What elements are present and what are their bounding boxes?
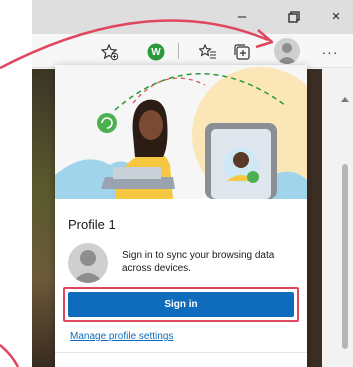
- close-button[interactable]: ×: [324, 6, 348, 28]
- profile-flyout: Profile 1 Sign in to sync your browsing …: [55, 65, 307, 367]
- favorites-list-icon: [199, 43, 216, 59]
- sync-prompt-text: Sign in to sync your browsing data acros…: [122, 250, 275, 274]
- browser-toolbar: W ···: [32, 34, 353, 68]
- flyout-divider: [55, 352, 307, 353]
- manage-profile-settings-link[interactable]: Manage profile settings: [70, 331, 173, 342]
- restore-button[interactable]: [282, 6, 306, 28]
- extension-label: W: [151, 46, 161, 58]
- sync-illustration: [55, 65, 307, 199]
- minimize-button[interactable]: –: [230, 6, 254, 28]
- title-bar: – ×: [32, 0, 353, 34]
- scroll-up-arrow-icon[interactable]: [341, 97, 349, 102]
- sync-illustration-art: [55, 65, 307, 199]
- restore-icon: [288, 11, 300, 23]
- toolbar-divider: [178, 43, 179, 59]
- sign-in-button[interactable]: Sign in: [68, 292, 294, 317]
- favorites-button[interactable]: [196, 40, 220, 64]
- profile-avatar: [68, 243, 108, 283]
- profile-avatar-button[interactable]: [274, 38, 300, 64]
- person-icon: [277, 43, 297, 64]
- profile-name: Profile 1: [68, 217, 116, 232]
- scrollbar-thumb[interactable]: [342, 164, 348, 349]
- add-favorite-button[interactable]: [98, 40, 122, 64]
- collections-icon: [234, 44, 250, 60]
- person-icon: [72, 250, 104, 283]
- more-button[interactable]: ···: [318, 40, 342, 64]
- scrollbar-track[interactable]: [322, 69, 353, 367]
- browser-window: – × W ··· Profile 1 Sign in to sync your…: [32, 0, 353, 367]
- extension-button[interactable]: W: [144, 40, 168, 64]
- star-plus-icon: [101, 43, 119, 61]
- collections-button[interactable]: [230, 40, 254, 64]
